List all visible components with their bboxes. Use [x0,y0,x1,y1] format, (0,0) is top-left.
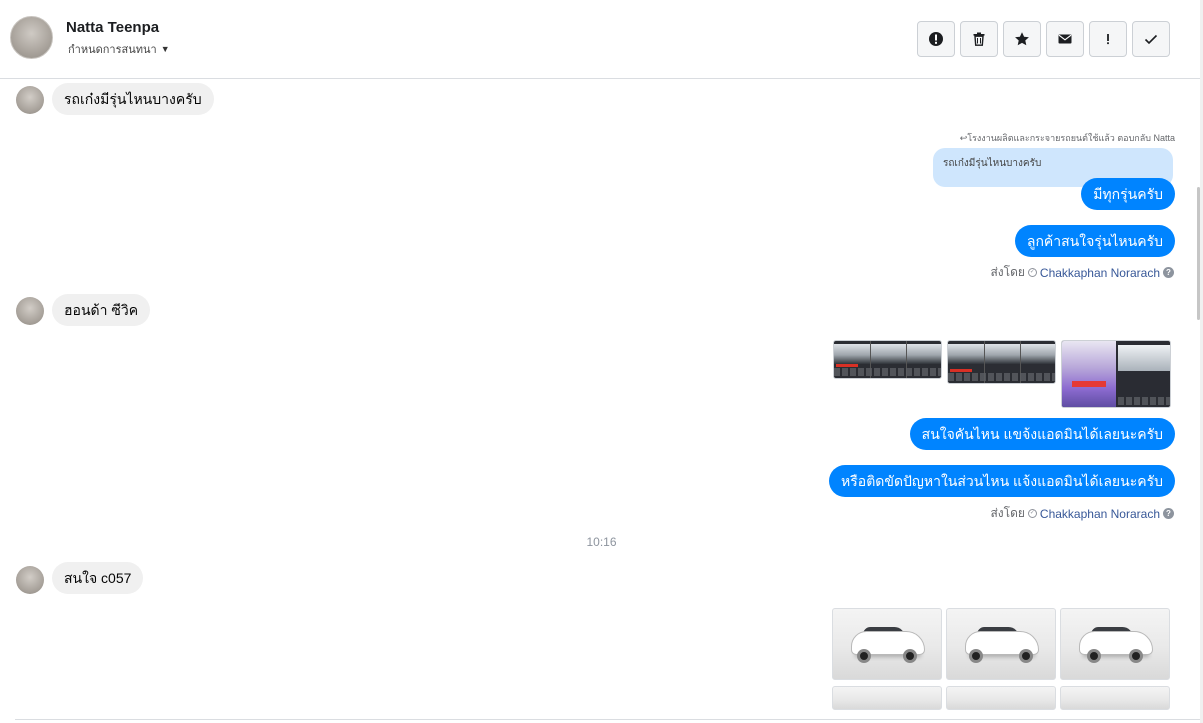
sent-by-name[interactable]: Chakkaphan Norarach [1040,507,1160,521]
car-photo-strip [834,344,941,364]
trash-icon [973,32,985,46]
outgoing-message: สนใจคันไหน แขจ้งแอดมินได้เลยนะครับ [909,418,1175,450]
conversation-toolbar [917,21,1170,57]
sent-by-line: ส่งโดย ✓ Chakkaphan Norarach ? [990,504,1174,523]
incoming-message: สนใจ c057 [52,562,144,594]
mark-done-button[interactable] [1132,21,1170,57]
incoming-message: รถเก๋งมีรุ่นไหนบางครับ [52,83,214,115]
car-photo[interactable] [1060,608,1170,680]
contact-avatar[interactable] [10,16,53,59]
sender-avatar [16,566,44,594]
outgoing-message: มีทุกรุ่นครับ [1081,178,1175,210]
chat-scrollbar[interactable] [1197,187,1200,320]
car-photo[interactable] [946,608,1056,680]
mail-icon [1058,34,1072,44]
sender-avatar [16,86,44,114]
help-icon[interactable]: ? [1163,267,1174,278]
star-button[interactable] [1003,21,1041,57]
car-photo[interactable] [832,686,942,710]
help-icon[interactable]: ? [1163,508,1174,519]
conversation-status-label: กำหนดการสนทนา [68,44,157,56]
alert-icon [929,32,943,46]
message-timestamp: 10:16 [586,535,617,549]
car-photo[interactable] [1060,686,1170,710]
check-icon [1144,34,1158,45]
car-photo[interactable] [946,686,1056,710]
report-button[interactable] [917,21,955,57]
spam-button[interactable] [1089,21,1127,57]
conversation-header: Natta Teenpa กำหนดการสนทนา ▼ [0,0,1200,79]
verified-icon: ✓ [1027,268,1037,277]
composer-divider [15,719,1200,720]
car-photo-strip [948,344,1055,364]
car-listing-image[interactable] [1061,340,1171,408]
car-photo[interactable] [832,608,942,680]
star-icon [1015,32,1029,46]
verified-icon: ✓ [1027,509,1037,518]
delete-button[interactable] [960,21,998,57]
sent-by-label: ส่งโดย [990,506,1025,520]
reply-note: ↩โรงงานผลิตและกระจายรถยนต์ใช้แล้ว ตอบกลั… [959,133,1175,143]
exclamation-icon [1107,34,1109,45]
sent-by-line: ส่งโดย ✓ Chakkaphan Norarach ? [990,263,1174,282]
contact-name[interactable]: Natta Teenpa [66,19,159,36]
outgoing-message: หรือติดขัดปัญหาในส่วนไหน แจ้งแอดมินได้เล… [829,465,1175,497]
incoming-message: ฮอนด้า ซีวิค [52,294,151,326]
mark-unread-button[interactable] [1046,21,1084,57]
conversation-status-dropdown[interactable]: กำหนดการสนทนา ▼ [68,40,170,58]
outgoing-message: ลูกค้าสนใจรุ่นไหนครับ [1014,225,1175,257]
car-listing-image[interactable] [947,340,1056,384]
sender-avatar [16,297,44,325]
caret-down-icon: ▼ [160,44,170,54]
car-listing-image[interactable] [833,340,942,379]
sent-by-name[interactable]: Chakkaphan Norarach [1040,266,1160,280]
sent-by-label: ส่งโดย [990,265,1025,279]
